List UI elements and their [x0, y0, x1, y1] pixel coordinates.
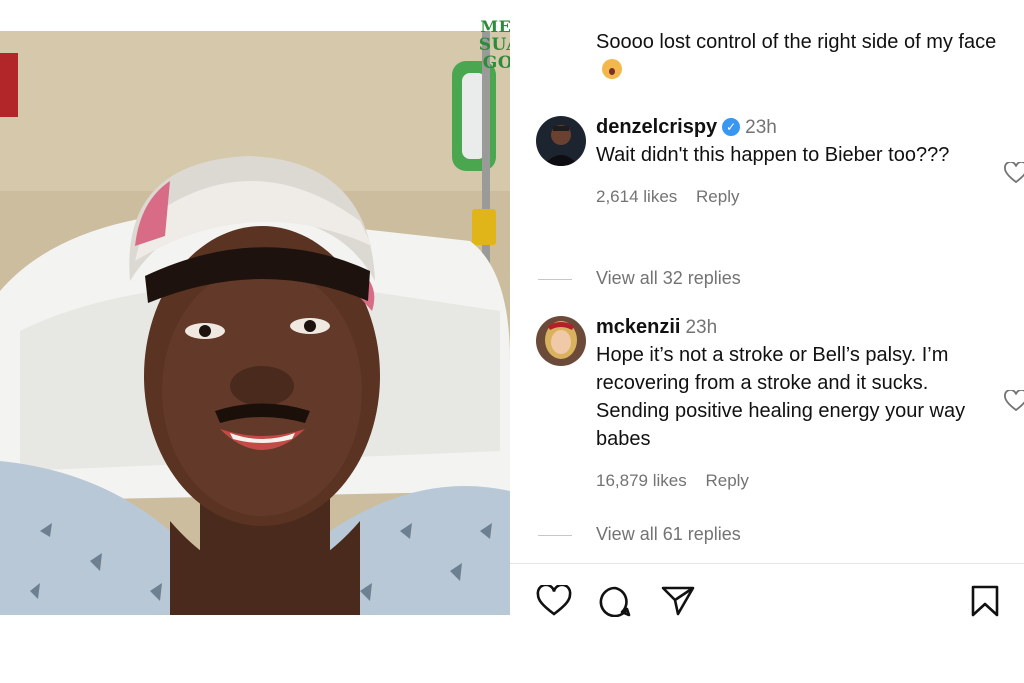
- like-comment-heart-icon[interactable]: [1004, 161, 1024, 189]
- comment-username[interactable]: denzelcrispy: [596, 116, 717, 138]
- comments-panel: Soooo lost control of the right side of …: [510, 0, 1024, 618]
- avatar[interactable]: [536, 116, 586, 166]
- post-caption: Soooo lost control of the right side of …: [596, 28, 1006, 84]
- comment-likes[interactable]: 16,879 likes: [596, 471, 687, 490]
- view-replies-link[interactable]: View all 61 replies: [538, 524, 741, 545]
- face-scream-emoji-icon: [602, 59, 622, 79]
- comment-text: Hope it’s not a stroke or Bell’s palsy. …: [596, 344, 966, 450]
- post-photo: [0, 31, 510, 615]
- divider: [510, 563, 1024, 564]
- view-replies-link[interactable]: View all 32 replies: [538, 268, 741, 289]
- heart-icon[interactable]: [536, 583, 572, 622]
- share-icon[interactable]: [660, 585, 696, 622]
- verified-badge-icon: ✓: [722, 118, 741, 136]
- like-comment-heart-icon[interactable]: [1004, 389, 1024, 417]
- avatar[interactable]: [536, 316, 586, 366]
- save-icon[interactable]: [970, 585, 1000, 622]
- reply-button[interactable]: Reply: [705, 471, 748, 490]
- comment-time: 23h: [685, 317, 718, 338]
- comment-time: 23h: [745, 117, 777, 138]
- comment-text: Wait didn't this happen to Bieber too???: [596, 144, 950, 166]
- comment-username[interactable]: mckenzii: [596, 316, 680, 338]
- post-actions-bar: [510, 583, 1024, 618]
- comment-likes[interactable]: 2,614 likes: [596, 187, 677, 206]
- comment-icon[interactable]: [598, 585, 632, 622]
- caption-text: Soooo lost control of the right side of …: [596, 31, 997, 53]
- reply-button[interactable]: Reply: [696, 187, 739, 206]
